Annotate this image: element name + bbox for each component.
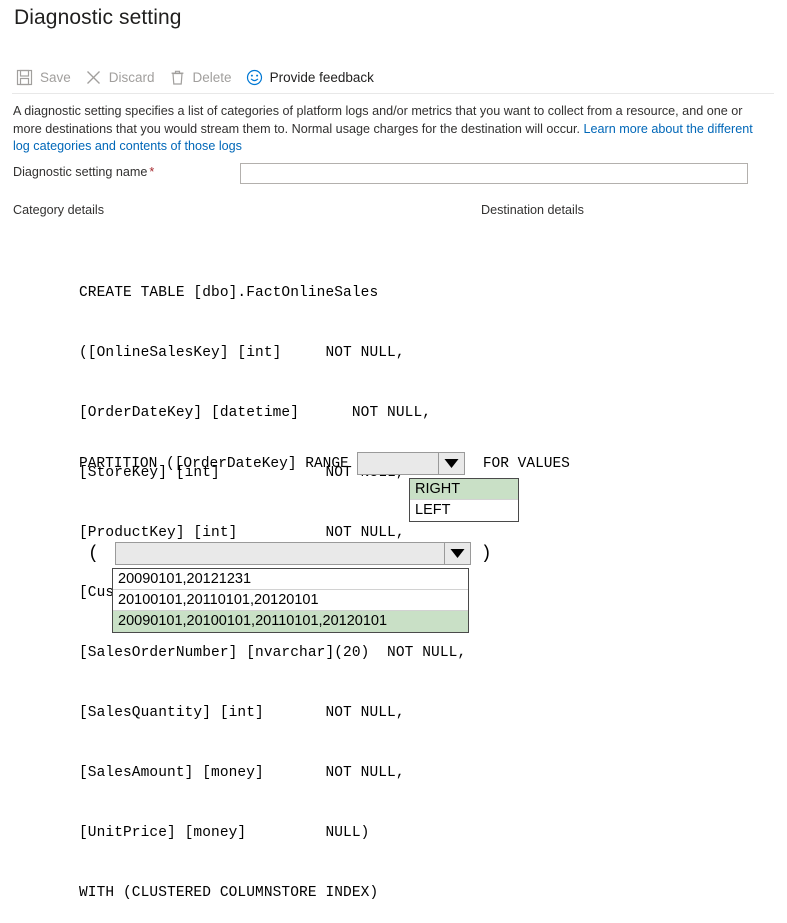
discard-button[interactable]: Discard (81, 65, 165, 90)
category-details-header: Category details (13, 203, 105, 217)
values-option-2[interactable]: 20100101,20110101,20120101 (113, 590, 468, 611)
range-dropdown-list[interactable]: RIGHT LEFT (409, 478, 519, 522)
sql-line: [SalesOrderNumber] [nvarchar](20) NOT NU… (79, 645, 467, 661)
save-label: Save (40, 69, 71, 85)
values-dropdown-list[interactable]: 20090101,20121231 20100101,20110101,2012… (112, 568, 469, 633)
values-option-1[interactable]: 20090101,20121231 (113, 569, 468, 590)
save-button[interactable]: Save (12, 65, 81, 90)
save-icon (16, 69, 33, 86)
partition-statement-row: PARTITION ([OrderDateKey] RANGE FOR VALU… (79, 452, 570, 475)
values-option-3[interactable]: 20090101,20100101,20110101,20120101 (113, 611, 468, 632)
range-dropdown-value (358, 453, 439, 474)
partition-prefix-text: PARTITION ([OrderDateKey] RANGE (79, 455, 358, 472)
range-option-right[interactable]: RIGHT (410, 479, 518, 500)
sql-line: [UnitPrice] [money] NULL) (79, 825, 370, 841)
description-text: A diagnostic setting specifies a list of… (13, 103, 773, 156)
delete-button[interactable]: Delete (165, 65, 242, 90)
chevron-down-icon[interactable] (443, 543, 470, 564)
destination-details-header: Destination details (481, 203, 584, 217)
sql-line: CREATE TABLE [dbo].FactOnlineSales (79, 285, 379, 301)
diagnostic-setting-name-label: Diagnostic setting name * (13, 165, 154, 179)
close-paren-text: ) (480, 543, 492, 564)
partition-suffix-text: FOR VALUES (465, 455, 570, 472)
provide-feedback-button[interactable]: Provide feedback (242, 65, 384, 90)
sql-line: [SalesQuantity] [int] NOT NULL, (79, 705, 405, 721)
feedback-icon (246, 69, 263, 86)
sql-line: ([OnlineSalesKey] [int] NOT NULL, (79, 345, 405, 361)
delete-icon (169, 69, 186, 86)
sql-line: [SalesAmount] [money] NOT NULL, (79, 765, 405, 781)
discard-icon (85, 69, 102, 86)
required-asterisk: * (149, 165, 155, 179)
provide-feedback-label: Provide feedback (269, 69, 374, 85)
sql-line: [OrderDateKey] [datetime] NOT NULL, (79, 405, 432, 421)
range-option-left[interactable]: LEFT (410, 500, 518, 521)
page-title: Diagnostic setting (14, 6, 182, 29)
for-values-row: ( ) (88, 542, 492, 565)
chevron-down-icon[interactable] (438, 453, 465, 474)
open-paren-text: ( (88, 543, 99, 564)
range-dropdown[interactable] (357, 452, 466, 475)
sql-line: [ProductKey] [int] NOT NULL, (79, 525, 405, 541)
values-dropdown-value (115, 543, 444, 564)
delete-label: Delete (192, 69, 232, 85)
discard-label: Discard (108, 69, 155, 85)
sql-line: WITH (CLUSTERED COLUMNSTORE INDEX) (79, 885, 379, 901)
toolbar-divider (12, 93, 774, 94)
command-bar: Save Discard Delete Provide feedback (12, 62, 384, 92)
values-dropdown[interactable] (114, 542, 471, 565)
diagnostic-setting-name-input[interactable] (240, 163, 748, 184)
name-label-text: Diagnostic setting name (13, 165, 148, 179)
